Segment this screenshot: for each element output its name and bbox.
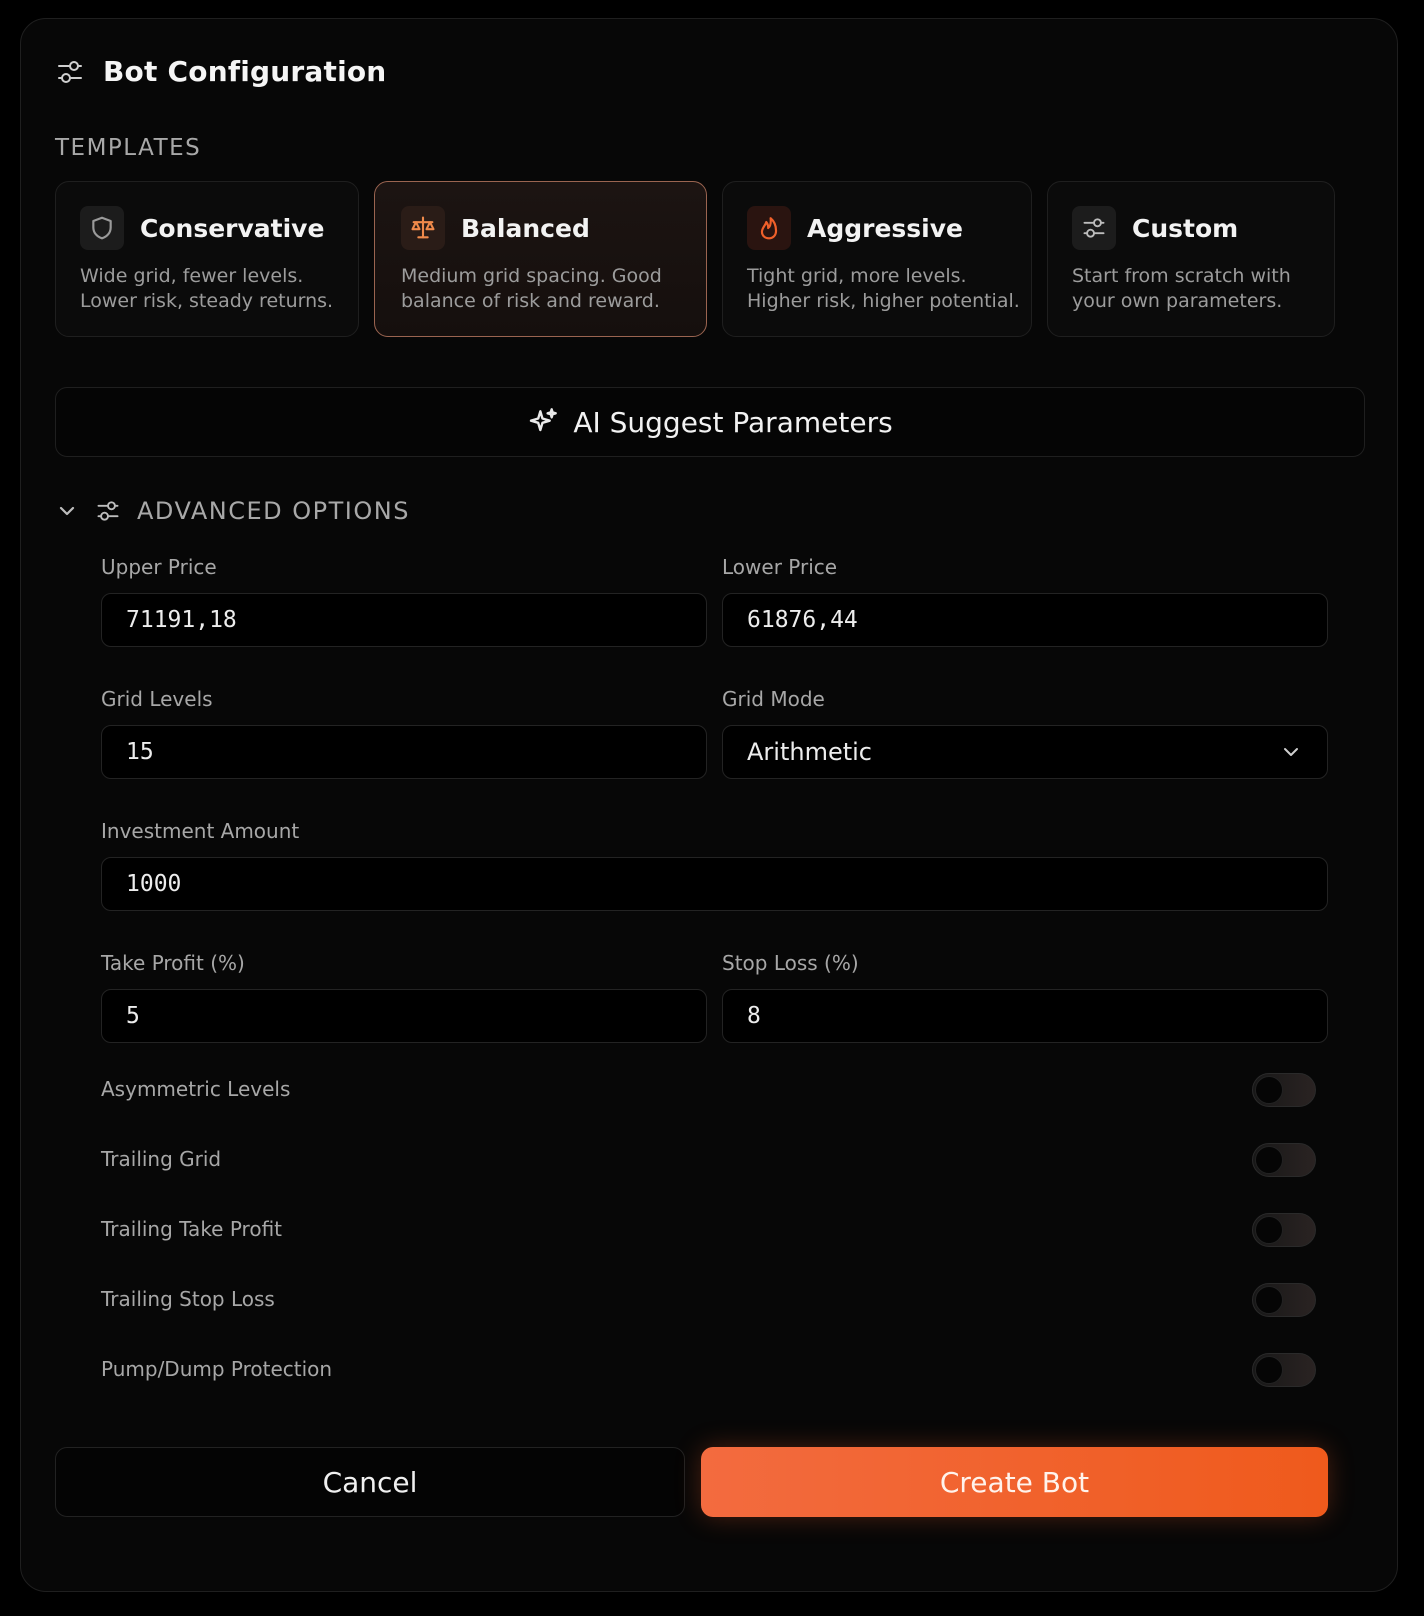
sparkles-icon bbox=[530, 408, 558, 432]
cancel-button[interactable]: Cancel bbox=[55, 1447, 685, 1517]
grid-levels-label: Grid Levels bbox=[101, 687, 213, 711]
flame-icon bbox=[760, 217, 778, 240]
trailing-stop-loss-toggle[interactable] bbox=[1252, 1283, 1316, 1317]
stop-loss-input[interactable]: 8 bbox=[722, 989, 1328, 1043]
grid-mode-label: Grid Mode bbox=[722, 687, 825, 711]
trailing-take-profit-toggle[interactable] bbox=[1252, 1213, 1316, 1247]
sliders-icon bbox=[97, 501, 119, 521]
scale-icon bbox=[411, 216, 435, 239]
template-card-balanced[interactable]: Balanced Medium grid spacing. Good balan… bbox=[374, 181, 707, 337]
ai-suggest-label: AI Suggest Parameters bbox=[573, 405, 893, 439]
take-profit-input[interactable]: 5 bbox=[101, 989, 707, 1043]
investment-amount-input[interactable]: 1000 bbox=[101, 857, 1328, 911]
template-name: Custom bbox=[1132, 213, 1239, 243]
advanced-options-label: ADVANCED OPTIONS bbox=[137, 497, 410, 525]
template-name: Balanced bbox=[461, 213, 590, 243]
template-description: Medium grid spacing. Good balance of ris… bbox=[401, 265, 662, 312]
pump-dump-protection-label: Pump/Dump Protection bbox=[101, 1357, 333, 1381]
ai-suggest-button[interactable]: AI Suggest Parameters bbox=[55, 387, 1365, 457]
template-name: Aggressive bbox=[807, 213, 964, 243]
shield-icon bbox=[92, 216, 112, 240]
template-card-conservative[interactable]: Conservative Wide grid, fewer levels. Lo… bbox=[55, 181, 359, 337]
template-name: Conservative bbox=[140, 213, 325, 243]
take-profit-label: Take Profit (%) bbox=[101, 951, 245, 975]
sliders-icon bbox=[58, 60, 82, 83]
advanced-options-toggle[interactable]: ADVANCED OPTIONS bbox=[55, 497, 410, 525]
trailing-stop-loss-label: Trailing Stop Loss bbox=[101, 1287, 275, 1311]
create-bot-button[interactable]: Create Bot bbox=[701, 1447, 1328, 1517]
sliders-icon bbox=[1083, 218, 1105, 238]
grid-mode-select[interactable]: Arithmetic bbox=[722, 725, 1328, 779]
template-description: Tight grid, more levels. Higher risk, hi… bbox=[747, 265, 1020, 312]
grid-levels-input[interactable]: 15 bbox=[101, 725, 707, 779]
template-description: Wide grid, fewer levels. Lower risk, ste… bbox=[80, 265, 334, 312]
template-card-aggressive[interactable]: Aggressive Tight grid, more levels. High… bbox=[722, 181, 1032, 337]
investment-amount-label: Investment Amount bbox=[101, 819, 300, 843]
chevron-down-icon bbox=[1284, 748, 1298, 756]
templates-section-label: TEMPLATES bbox=[55, 135, 202, 161]
lower-price-label: Lower Price bbox=[722, 555, 838, 579]
pump-dump-protection-toggle[interactable] bbox=[1252, 1353, 1316, 1387]
chevron-down-icon bbox=[59, 506, 75, 516]
asymmetric-levels-toggle[interactable] bbox=[1252, 1073, 1316, 1107]
stop-loss-label: Stop Loss (%) bbox=[722, 951, 859, 975]
asymmetric-levels-label: Asymmetric Levels bbox=[101, 1077, 291, 1101]
template-description: Start from scratch with your own paramet… bbox=[1072, 265, 1291, 312]
template-card-custom[interactable]: Custom Start from scratch with your own … bbox=[1047, 181, 1335, 337]
lower-price-input[interactable]: 61876,44 bbox=[722, 593, 1328, 647]
page-title: Bot Configuration bbox=[103, 55, 387, 88]
trailing-grid-label: Trailing Grid bbox=[101, 1147, 222, 1171]
grid-mode-value: Arithmetic bbox=[747, 738, 872, 766]
bot-configuration-panel: Bot Configuration TEMPLATES Conservative… bbox=[20, 18, 1398, 1592]
upper-price-label: Upper Price bbox=[101, 555, 217, 579]
upper-price-input[interactable]: 71191,18 bbox=[101, 593, 707, 647]
panel-header: Bot Configuration bbox=[55, 55, 386, 88]
trailing-take-profit-label: Trailing Take Profit bbox=[101, 1217, 283, 1241]
trailing-grid-toggle[interactable] bbox=[1252, 1143, 1316, 1177]
